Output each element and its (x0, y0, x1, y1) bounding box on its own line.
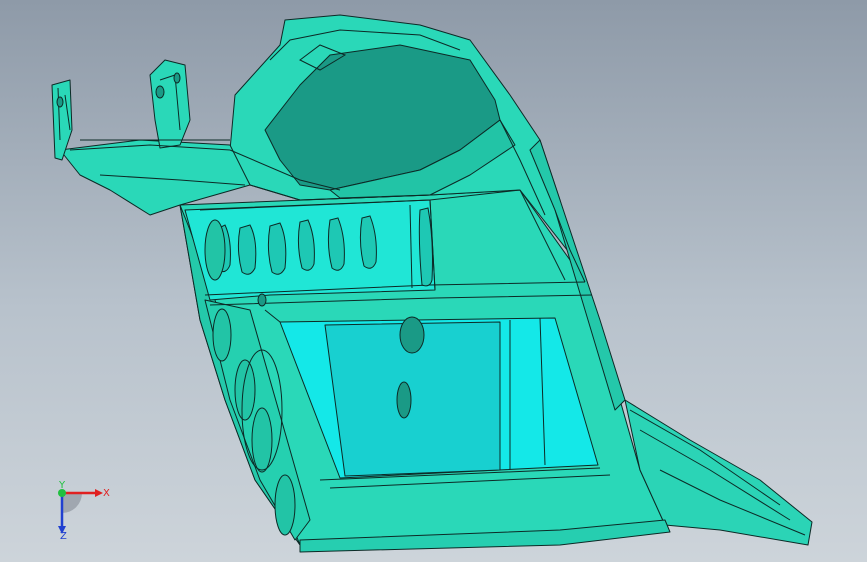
bracket-hole-left (56, 96, 64, 108)
boss (212, 308, 232, 362)
z-axis-label: Z (60, 531, 67, 542)
bracket-tab-middle (149, 59, 191, 149)
bracket-hole-middle (155, 85, 165, 99)
side-hole (257, 293, 267, 307)
y-axis-label: Y (59, 480, 66, 491)
rib-slot (267, 222, 287, 275)
rib-slot (237, 224, 257, 275)
triad-quadrant (62, 493, 82, 513)
3d-viewport[interactable]: X Y Z (0, 0, 867, 562)
coordinate-triad: X Y Z (40, 478, 120, 548)
x-axis-label: X (103, 488, 110, 499)
boss (251, 407, 273, 473)
bracket-hole-middle-2 (173, 72, 181, 84)
boss (204, 219, 226, 281)
hole-lower (396, 381, 412, 419)
x-axis-arrowhead (95, 489, 103, 497)
boss (234, 359, 256, 421)
part-body (51, 14, 813, 553)
hole-upper (399, 316, 425, 354)
3d-model-part[interactable] (0, 0, 867, 562)
boss (274, 474, 296, 536)
